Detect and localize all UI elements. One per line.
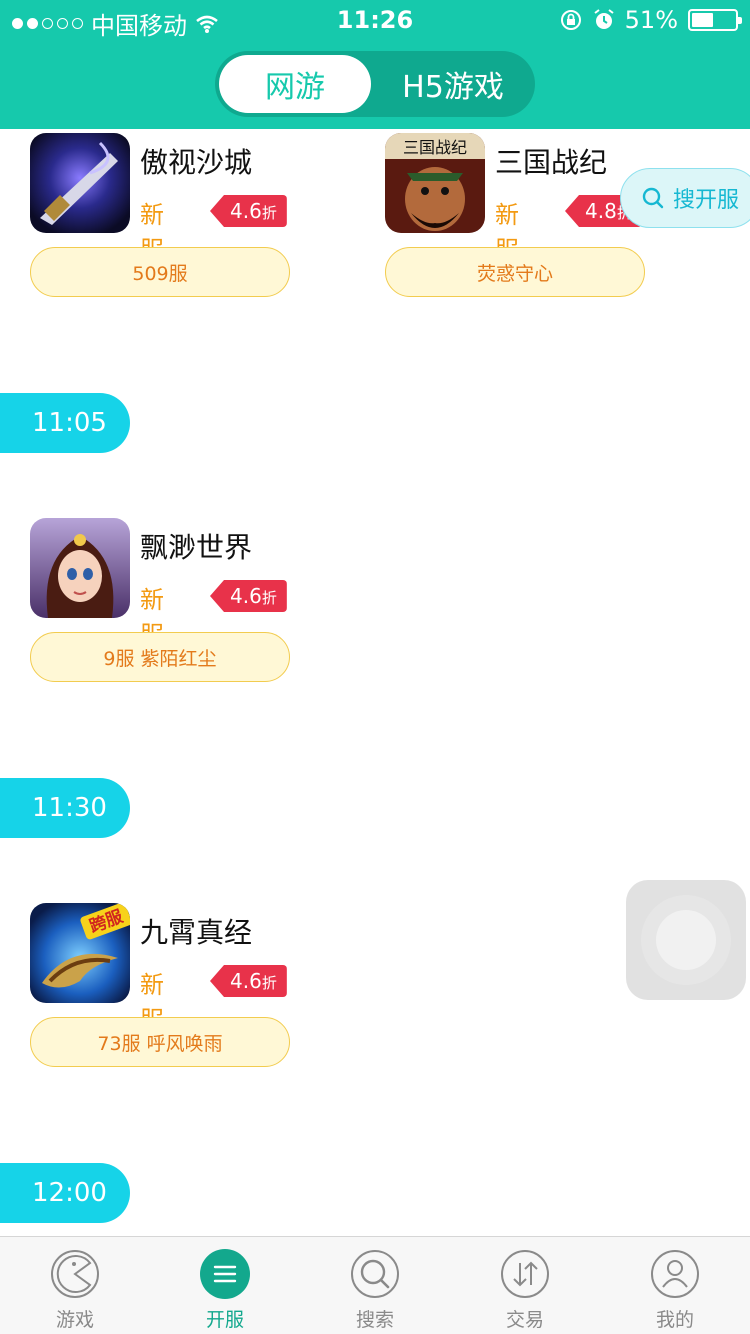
bottom-nav: 游戏 开服 搜索 交易 我的 xyxy=(0,1236,750,1334)
nav-servers[interactable]: 开服 xyxy=(150,1237,300,1334)
game-icon[interactable] xyxy=(30,518,130,618)
time-label: 12:00 xyxy=(0,1163,130,1223)
rotation-lock-icon xyxy=(560,10,581,30)
nav-label: 我的 xyxy=(655,1309,694,1331)
status-right: 51% xyxy=(559,6,742,34)
battery-percent: 51% xyxy=(624,6,678,34)
game-icon[interactable]: 跨服 xyxy=(30,903,130,1003)
game-title: 飘渺世界 xyxy=(140,531,253,564)
pacman-icon xyxy=(50,1249,100,1299)
time-label: 11:05 xyxy=(0,393,130,453)
server-name-button[interactable]: 73服 呼风唤雨 xyxy=(30,1017,290,1067)
nav-label: 交易 xyxy=(505,1309,544,1331)
assistive-touch-button[interactable] xyxy=(626,880,746,1000)
server-list[interactable]: 傲视沙城 新服 4.6折 509服 三国战纪 三国战纪 新服 4.8折 荧惑守心… xyxy=(0,129,750,1236)
search-server-button[interactable]: 搜开服 xyxy=(620,168,750,228)
transfer-icon xyxy=(500,1249,550,1299)
segmented-control: 网游 H5游戏 xyxy=(215,51,535,117)
user-icon xyxy=(650,1249,700,1299)
server-name-button[interactable]: 9服 紫陌红尘 xyxy=(30,632,290,682)
game-title: 九霄真经 xyxy=(140,916,253,949)
battery-icon xyxy=(688,9,742,31)
game-icon[interactable] xyxy=(30,133,130,233)
server-name-button[interactable]: 荧惑守心 xyxy=(385,247,645,297)
alarm-icon xyxy=(594,9,614,29)
time-label: 11:30 xyxy=(0,778,130,838)
search-icon xyxy=(350,1249,400,1299)
game-icon[interactable]: 三国战纪 xyxy=(385,133,485,233)
discount-badge: 4.6折 xyxy=(210,580,287,612)
discount-badge: 4.6折 xyxy=(210,195,287,227)
tab-h5-games[interactable]: H5游戏 xyxy=(375,55,531,113)
nav-label: 开服 xyxy=(205,1309,244,1331)
nav-trade[interactable]: 交易 xyxy=(450,1237,600,1334)
nav-search[interactable]: 搜索 xyxy=(300,1237,450,1334)
search-icon xyxy=(642,187,664,209)
nav-games[interactable]: 游戏 xyxy=(0,1237,150,1334)
tab-online-games[interactable]: 网游 xyxy=(219,55,371,113)
nav-label: 搜索 xyxy=(355,1309,394,1331)
discount-badge: 4.6折 xyxy=(210,965,287,997)
status-bar: 中国移动 11:26 51% xyxy=(0,0,750,40)
game-title: 傲视沙城 xyxy=(140,146,253,179)
search-server-label: 搜开服 xyxy=(673,188,740,213)
game-title: 三国战纪 xyxy=(495,146,608,179)
menu-icon xyxy=(200,1249,250,1299)
nav-profile[interactable]: 我的 xyxy=(600,1237,750,1334)
nav-label: 游戏 xyxy=(55,1309,94,1331)
icon-text: 三国战纪 xyxy=(403,138,467,157)
server-name-button[interactable]: 509服 xyxy=(30,247,290,297)
header: 中国移动 11:26 51% 网游 H5游戏 xyxy=(0,0,750,129)
